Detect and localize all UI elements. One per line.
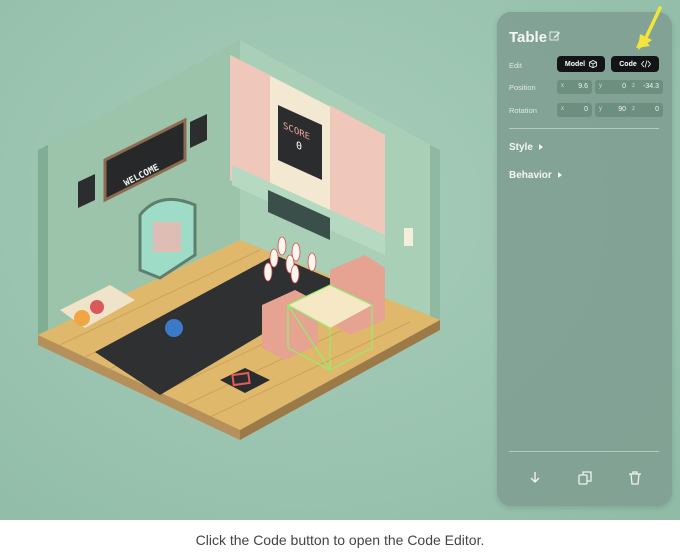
code-button-label: Code (619, 60, 637, 68)
style-section-toggle[interactable]: Style (509, 142, 543, 153)
left-wall-edge (38, 145, 48, 335)
isometric-bowling-room[interactable]: SCORE 0 WELCOME (0, 0, 500, 520)
rotation-x-field[interactable]: x0 (557, 103, 592, 117)
cube-icon (589, 60, 598, 68)
behavior-section-toggle[interactable]: Behavior (509, 170, 562, 181)
caret-right-icon (557, 172, 562, 179)
arrow-down-icon[interactable] (527, 470, 543, 486)
ball-red (90, 300, 104, 314)
panel-title: Table (509, 29, 548, 46)
edit-label: Edit (509, 61, 522, 70)
wall-switch (404, 228, 413, 246)
rotation-z-field[interactable]: z0 (628, 103, 663, 117)
model-button-label: Model (564, 60, 586, 68)
position-x-field[interactable]: x 9.6 (557, 80, 592, 94)
panel-divider (509, 128, 659, 129)
duplicate-icon[interactable] (577, 470, 593, 486)
ball-orange (74, 310, 90, 326)
caption: Click the Code button to open the Code E… (0, 520, 680, 550)
trash-icon[interactable] (627, 470, 643, 486)
model-button[interactable]: Model (557, 56, 605, 72)
rotation-label: Rotation (509, 106, 537, 115)
ball-blue (165, 319, 183, 337)
pencil-square-icon[interactable] (549, 30, 561, 42)
right-wall-edge (430, 145, 440, 320)
viewport[interactable]: SCORE 0 WELCOME Table Edit Model Code Po… (0, 0, 680, 520)
position-label: Position (509, 83, 536, 92)
code-brackets-icon (640, 60, 651, 68)
properties-panel: Table Edit Model Code Position x 9.6 y0 z… (497, 12, 672, 506)
caret-right-icon (538, 144, 543, 151)
jukebox-panel (153, 222, 181, 252)
position-y-field[interactable]: y0 (595, 80, 630, 94)
panel-divider (509, 451, 659, 452)
rotation-y-field[interactable]: y 90 (595, 103, 630, 117)
code-button[interactable]: Code (611, 56, 659, 72)
position-z-field[interactable]: z -34.3 (628, 80, 663, 94)
